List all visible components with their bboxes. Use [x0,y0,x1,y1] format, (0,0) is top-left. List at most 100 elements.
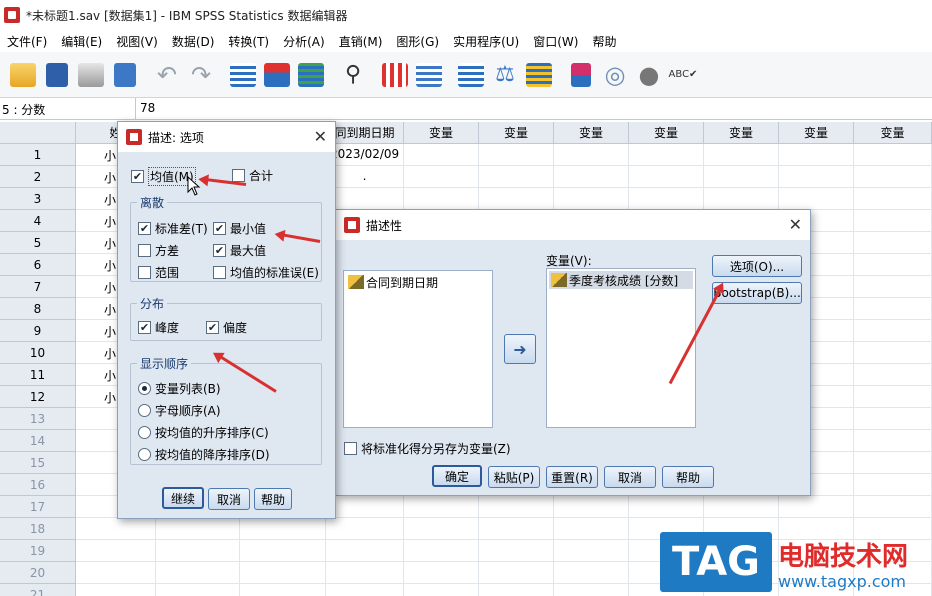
radio-dot[interactable] [138,404,151,417]
table-cell[interactable] [76,540,156,562]
save-standardized-checkbox[interactable]: 将标准化得分另存为变量(Z) [344,440,511,457]
row-number[interactable]: 12 [0,386,76,408]
row-number[interactable]: 10 [0,342,76,364]
radio-dot[interactable] [138,382,151,395]
reset-button[interactable]: 重置(R) [546,466,598,488]
redo-icon[interactable]: ↷ [184,58,218,92]
alphabetic-radio[interactable]: 字母顺序(A) [138,402,221,419]
table-cell[interactable] [554,144,629,166]
table-cell[interactable] [854,210,932,232]
se-mean-checkbox[interactable]: 均值的标准误(E) [213,264,319,281]
column-header[interactable]: 变量 [854,122,932,144]
target-variable-list[interactable]: 季度考核成绩 [分数] [546,268,696,428]
table-cell[interactable] [854,320,932,342]
weight-cases-icon[interactable]: ⚖ [488,58,522,92]
table-cell[interactable] [779,166,854,188]
table-cell[interactable] [326,540,404,562]
cell-value-input[interactable]: 78 [136,98,159,119]
checkbox-box[interactable] [138,244,151,257]
radio-dot[interactable] [138,448,151,461]
table-cell[interactable] [479,562,554,584]
table-cell[interactable] [326,584,404,596]
find-icon[interactable]: ⚲ [336,58,370,92]
column-header[interactable]: 变量 [554,122,629,144]
table-cell[interactable] [404,584,479,596]
table-cell[interactable] [326,188,404,210]
checkbox-box[interactable]: ✔ [138,321,151,334]
row-number[interactable]: 14 [0,430,76,452]
table-cell[interactable] [554,188,629,210]
table-cell[interactable] [479,584,554,596]
table-cell[interactable] [854,364,932,386]
row-number[interactable]: 16 [0,474,76,496]
table-cell[interactable] [704,166,779,188]
table-cell[interactable] [554,584,629,596]
cancel-button[interactable]: 取消 [208,488,250,510]
row-number[interactable]: 9 [0,320,76,342]
table-cell[interactable] [629,188,704,210]
menu-analyze[interactable]: 分析(A) [276,33,332,50]
checkbox-box[interactable]: ✔ [213,222,226,235]
table-cell[interactable] [479,540,554,562]
close-icon[interactable]: ✕ [789,215,802,234]
insert-cases-icon[interactable] [378,58,412,92]
table-cell[interactable] [404,540,479,562]
menu-graphs[interactable]: 图形(G) [389,33,446,50]
table-cell[interactable] [326,496,404,518]
column-header[interactable]: 变量 [704,122,779,144]
table-cell[interactable] [554,540,629,562]
table-cell[interactable] [779,496,854,518]
table-cell[interactable] [404,496,479,518]
paste-button[interactable]: 粘贴(P) [488,466,540,488]
menu-help[interactable]: 帮助 [585,33,623,50]
table-cell[interactable] [479,144,554,166]
menu-utilities[interactable]: 实用程序(U) [446,33,526,50]
variance-checkbox[interactable]: 方差 [138,242,179,259]
std-dev-checkbox[interactable]: ✔ 标准差(T) [138,220,208,237]
move-variable-button[interactable]: ➜ [504,334,536,364]
checkbox-box[interactable] [344,442,357,455]
table-cell[interactable] [854,188,932,210]
maximum-checkbox[interactable]: ✔ 最大值 [213,242,266,259]
list-item[interactable]: 季度考核成绩 [分数] [549,271,693,289]
table-cell[interactable] [854,408,932,430]
goto-case-icon[interactable] [226,58,260,92]
menu-direct-marketing[interactable]: 直销(M) [332,33,390,50]
table-cell[interactable] [156,584,240,596]
source-variable-list[interactable]: 合同到期日期 [343,270,493,428]
table-cell[interactable] [76,518,156,540]
table-cell[interactable] [240,540,326,562]
table-cell[interactable] [704,188,779,210]
table-cell[interactable] [554,166,629,188]
table-cell[interactable] [554,562,629,584]
cancel-button[interactable]: 取消 [604,466,656,488]
table-cell[interactable] [854,342,932,364]
table-cell[interactable] [404,562,479,584]
table-cell[interactable] [629,144,704,166]
row-number[interactable]: 8 [0,298,76,320]
undo-icon[interactable]: ↶ [150,58,184,92]
table-cell[interactable] [240,518,326,540]
table-cell[interactable] [156,540,240,562]
table-cell[interactable]: . [326,166,404,188]
print-icon[interactable] [74,58,108,92]
table-cell[interactable] [240,584,326,596]
close-icon[interactable]: ✕ [314,127,327,146]
table-cell[interactable] [854,430,932,452]
table-cell[interactable] [554,518,629,540]
table-cell[interactable] [854,166,932,188]
checkbox-box[interactable]: ✔ [206,321,219,334]
column-header[interactable]: 变量 [629,122,704,144]
column-header[interactable]: 变量 [779,122,854,144]
checkbox-box[interactable]: ✔ [213,244,226,257]
range-checkbox[interactable]: 范围 [138,264,179,281]
row-number[interactable]: 11 [0,364,76,386]
continue-button[interactable]: 继续 [162,487,204,509]
table-cell[interactable] [854,144,932,166]
menu-window[interactable]: 窗口(W) [526,33,585,50]
save-icon[interactable] [40,58,74,92]
row-number[interactable]: 5 [0,232,76,254]
ascending-means-radio[interactable]: 按均值的升序排序(C) [138,424,269,441]
table-cell[interactable] [854,232,932,254]
row-number[interactable]: 13 [0,408,76,430]
